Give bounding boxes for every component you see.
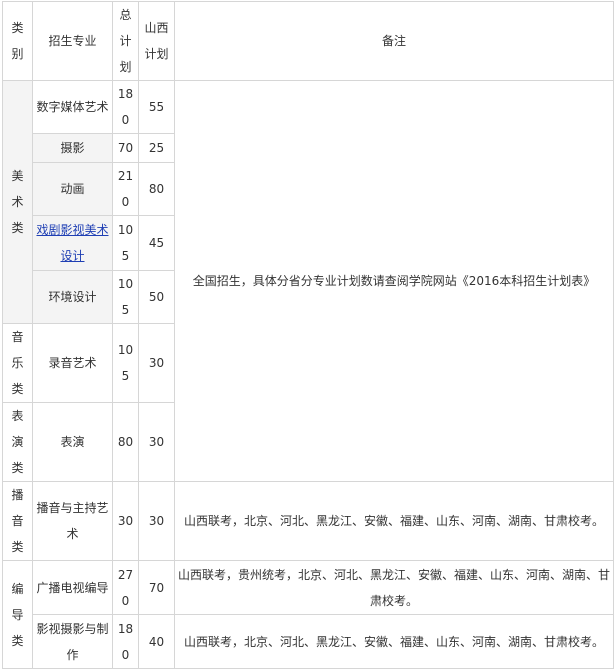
category-music: 音乐类 bbox=[2, 323, 33, 403]
major-cell: 广播电视编导 bbox=[32, 560, 113, 615]
shanxi-cell: 55 bbox=[138, 80, 175, 134]
major-cell-link: 戏剧影视美术设计 bbox=[32, 215, 113, 271]
shanxi-cell: 40 bbox=[138, 614, 175, 669]
note-directing-tv: 山西联考，贵州统考，北京、河北、黑龙江、安徽、福建、山东、河南、湖南、甘肃校考。 bbox=[174, 560, 614, 615]
category-performance: 表演类 bbox=[2, 402, 33, 482]
shanxi-cell: 30 bbox=[138, 402, 175, 482]
category-directing: 编导类 bbox=[2, 560, 33, 669]
major-cell: 数字媒体艺术 bbox=[32, 80, 113, 134]
note-directing-film: 山西联考，北京、河北、黑龙江、安徽、福建、山东、河南、湖南、甘肃校考。 bbox=[174, 614, 614, 669]
category-arts: 美术类 bbox=[2, 80, 33, 324]
shanxi-cell: 50 bbox=[138, 270, 175, 324]
table-row: 影视摄影与制作 180 40 山西联考，北京、河北、黑龙江、安徽、福建、山东、河… bbox=[3, 614, 614, 669]
major-cell: 动画 bbox=[32, 162, 113, 216]
header-total: 总计划 bbox=[112, 1, 139, 81]
table-row: 播音类 播音与主持艺术 30 30 山西联考，北京、河北、黑龙江、安徽、福建、山… bbox=[2, 481, 614, 561]
note-national: 全国招生，具体分省分专业计划数请查阅学院网站《2016本科招生计划表》 bbox=[174, 80, 614, 482]
shanxi-cell: 25 bbox=[138, 133, 175, 163]
shanxi-cell: 30 bbox=[138, 481, 175, 561]
total-cell: 105 bbox=[112, 323, 139, 403]
total-cell: 180 bbox=[112, 614, 139, 669]
header-row: 类别 招生专业 总计划 山西计划 备注 bbox=[2, 1, 614, 81]
header-category: 类别 bbox=[2, 1, 33, 81]
total-cell: 180 bbox=[112, 80, 139, 134]
category-broadcasting: 播音类 bbox=[2, 481, 33, 561]
table-row: 编导类 广播电视编导 270 70 山西联考，贵州统考，北京、河北、黑龙江、安徽… bbox=[2, 560, 614, 669]
admissions-plan-table: 类别 招生专业 总计划 山西计划 备注 美术类 数字媒体艺术 180 55 全国… bbox=[2, 1, 614, 669]
header-shanxi: 山西计划 bbox=[138, 1, 175, 81]
shanxi-cell: 45 bbox=[138, 215, 175, 271]
major-cell: 录音艺术 bbox=[32, 323, 113, 403]
total-cell: 80 bbox=[112, 402, 139, 482]
major-cell: 摄影 bbox=[32, 133, 113, 163]
shanxi-cell: 70 bbox=[138, 560, 175, 615]
total-cell: 70 bbox=[112, 133, 139, 163]
major-cell: 表演 bbox=[32, 402, 113, 482]
major-cell: 影视摄影与制作 bbox=[32, 614, 113, 669]
total-cell: 270 bbox=[112, 560, 139, 615]
header-note: 备注 bbox=[174, 1, 614, 81]
shanxi-cell: 80 bbox=[138, 162, 175, 216]
major-cell: 环境设计 bbox=[32, 270, 113, 324]
total-cell: 210 bbox=[112, 162, 139, 216]
note-broadcasting: 山西联考，北京、河北、黑龙江、安徽、福建、山东、河南、湖南、甘肃校考。 bbox=[174, 481, 614, 561]
major-cell: 播音与主持艺术 bbox=[32, 481, 113, 561]
table-row: 美术类 数字媒体艺术 180 55 全国招生，具体分省分专业计划数请查阅学院网站… bbox=[2, 80, 614, 482]
total-cell: 105 bbox=[112, 215, 139, 271]
major-link-drama-film-art-design[interactable]: 戏剧影视美术设计 bbox=[36, 223, 108, 263]
total-cell: 105 bbox=[112, 270, 139, 324]
shanxi-cell: 30 bbox=[138, 323, 175, 403]
total-cell: 30 bbox=[112, 481, 139, 561]
header-major: 招生专业 bbox=[32, 1, 113, 81]
